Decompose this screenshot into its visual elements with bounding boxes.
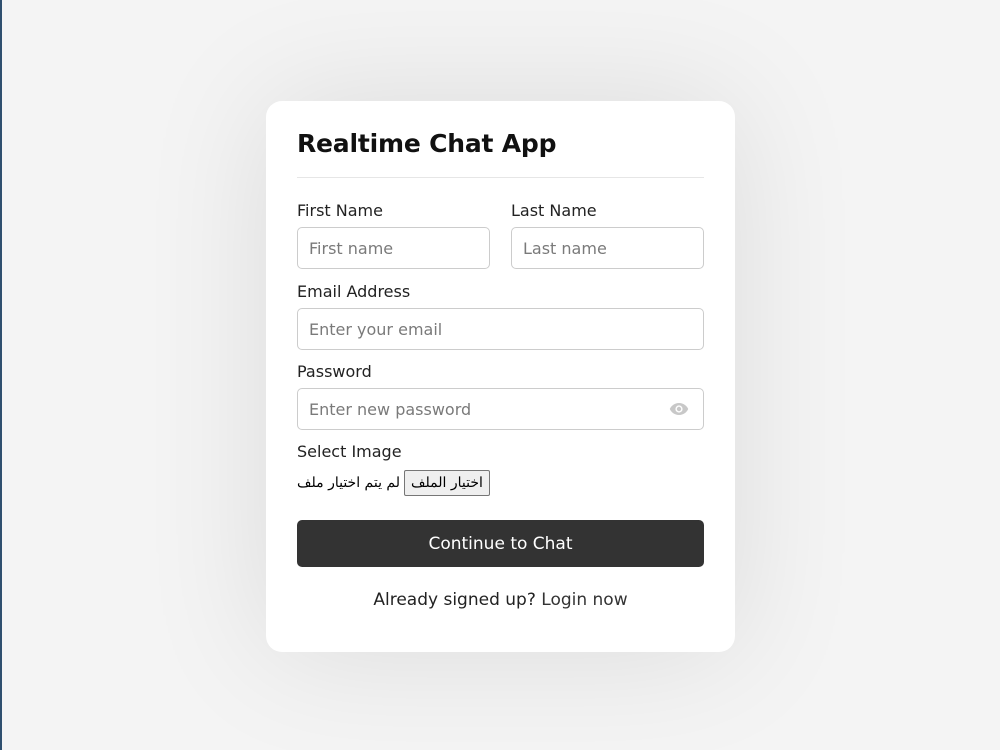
file-status-text: لم يتم اختيار ملف bbox=[297, 475, 401, 491]
choose-file-button[interactable]: اختيار الملف bbox=[404, 470, 490, 496]
file-input[interactable]: اختيار الملف لم يتم اختيار ملف bbox=[297, 470, 490, 496]
continue-button[interactable]: Continue to Chat bbox=[297, 520, 704, 567]
last-name-label: Last Name bbox=[511, 201, 597, 220]
eye-icon[interactable] bbox=[669, 401, 689, 417]
last-name-field-wrapper bbox=[511, 227, 704, 269]
password-input[interactable] bbox=[298, 389, 703, 429]
first-name-label: First Name bbox=[297, 201, 383, 220]
email-input[interactable] bbox=[298, 309, 703, 349]
login-prompt-text: Already signed up? bbox=[373, 590, 536, 610]
login-prompt: Already signed up? Login now bbox=[297, 590, 704, 610]
signup-card: Realtime Chat App First Name Last Name E… bbox=[266, 101, 735, 652]
page-title: Realtime Chat App bbox=[297, 129, 557, 158]
email-label: Email Address bbox=[297, 282, 411, 301]
last-name-input[interactable] bbox=[512, 228, 703, 268]
login-link[interactable]: Login now bbox=[541, 590, 627, 610]
first-name-input[interactable] bbox=[298, 228, 489, 268]
email-field-wrapper bbox=[297, 308, 704, 350]
title-divider bbox=[297, 177, 704, 178]
first-name-field-wrapper bbox=[297, 227, 490, 269]
image-label: Select Image bbox=[297, 442, 402, 461]
password-field-wrapper bbox=[297, 388, 704, 430]
password-label: Password bbox=[297, 362, 372, 381]
window-edge bbox=[0, 0, 2, 750]
